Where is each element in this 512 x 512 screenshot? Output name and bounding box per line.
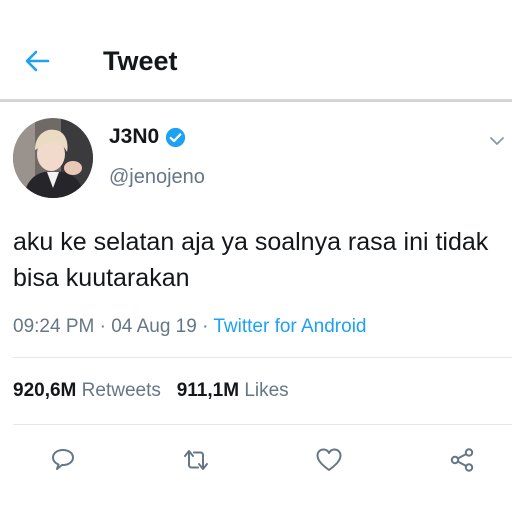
- reply-button[interactable]: [47, 444, 79, 476]
- share-icon: [450, 448, 474, 472]
- reply-icon: [52, 449, 74, 470]
- tweet-source-link[interactable]: Twitter for Android: [213, 316, 366, 337]
- meta-separator: ·: [202, 316, 209, 337]
- header-divider: [0, 99, 512, 102]
- share-button[interactable]: [446, 444, 478, 476]
- display-name: J3N0: [109, 125, 160, 148]
- retweets-count: 920,6M: [13, 380, 77, 401]
- chevron-down-icon: [490, 137, 504, 145]
- user-handle[interactable]: @jenojeno: [109, 164, 205, 190]
- verified-badge-icon: [166, 127, 186, 147]
- tweet-options-button[interactable]: [488, 132, 506, 150]
- retweet-icon: [184, 450, 208, 470]
- divider: [13, 357, 512, 358]
- likes-count: 911,1M: [176, 380, 240, 401]
- likes-label: Likes: [244, 380, 289, 401]
- tweet-text: aku ke selatan aja ya soalnya rasa ini t…: [13, 228, 489, 292]
- avatar[interactable]: [13, 118, 93, 198]
- tweet-stats: 920,6M Retweets 911,1M Likes: [13, 378, 289, 404]
- likes-stat[interactable]: 911,1M Likes: [177, 380, 289, 401]
- divider: [13, 424, 512, 425]
- top-app-bar: Tweet: [0, 0, 512, 102]
- retweets-label: Retweets: [81, 380, 161, 401]
- page-title: Tweet: [103, 46, 178, 76]
- tweet-date: 04 Aug 19: [111, 316, 197, 337]
- like-icon: [316, 448, 342, 471]
- user-name[interactable]: J3N0: [109, 124, 186, 150]
- tweet-actions-bar: [0, 440, 512, 480]
- meta-separator: ·: [99, 316, 106, 337]
- like-button[interactable]: [313, 444, 345, 476]
- retweet-button[interactable]: [180, 444, 212, 476]
- avatar-image: [13, 118, 93, 198]
- arrow-left-icon: [25, 50, 50, 72]
- retweets-stat[interactable]: 920,6M Retweets: [13, 380, 161, 401]
- back-button[interactable]: [20, 44, 54, 78]
- tweet-meta: 09:24 PM · 04 Aug 19 · Twitter for Andro…: [13, 314, 366, 340]
- tweet-time: 09:24 PM: [13, 316, 95, 337]
